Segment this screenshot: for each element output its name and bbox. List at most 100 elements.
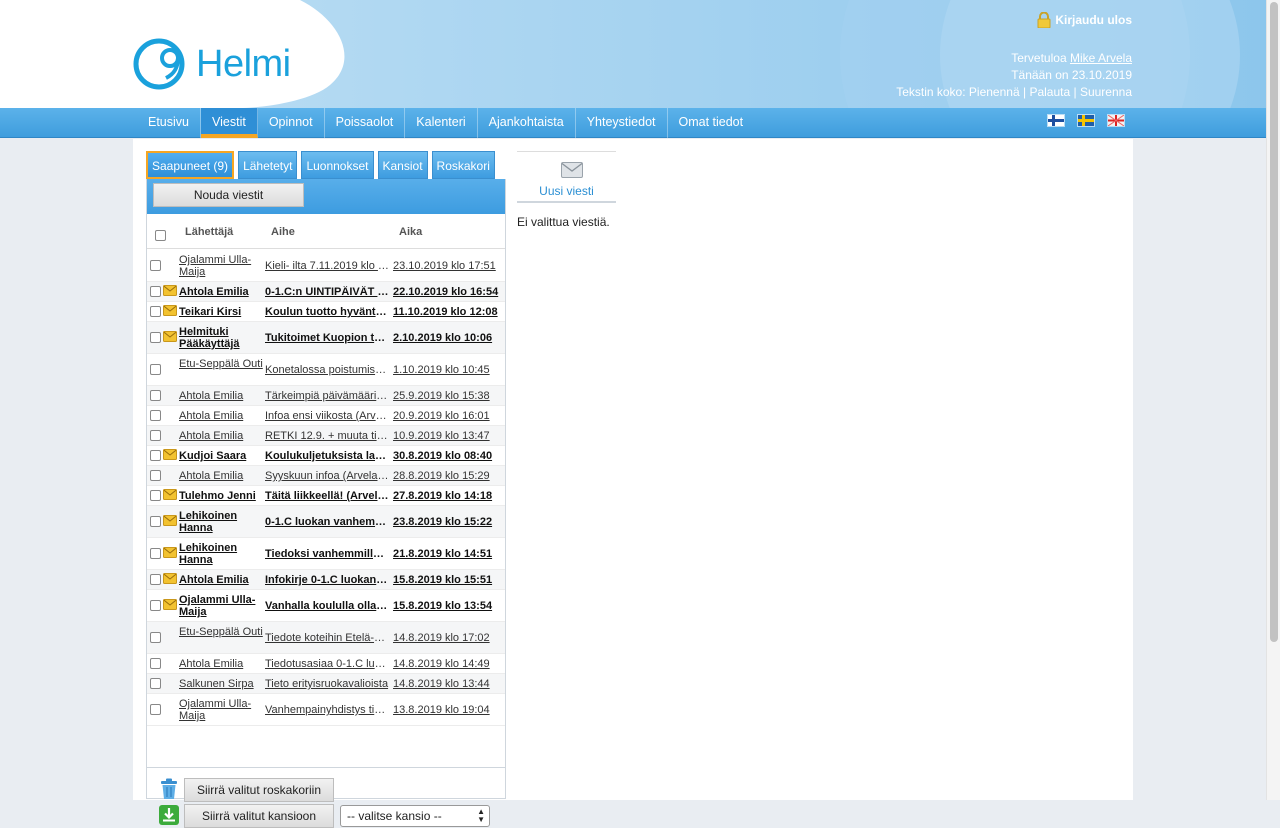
message-subject[interactable]: Infokirje 0-1.C luokan vanhemmille [265,574,389,586]
message-row[interactable]: Helmituki Pääkäyttäjä Tukitoimet Kuopion … [147,322,505,354]
folder-select[interactable]: -- valitse kansio -- ▲ ▼ [340,805,490,827]
scrollbar-thumb[interactable] [1270,2,1278,642]
message-subject[interactable]: Kieli- ilta 7.11.2019 klo 18.00 [265,260,389,272]
message-checkbox[interactable] [150,410,161,421]
message-row[interactable]: Ahtola Emilia0-1.C:n UINTIPÄIVÄT (Arvela… [147,282,505,302]
message-checkbox[interactable] [150,574,161,585]
message-checkbox[interactable] [150,600,161,611]
message-time[interactable]: 13.8.2019 klo 19:04 [393,704,505,716]
message-subject[interactable]: RETKI 12.9. + muuta tiedotettavaa [265,430,389,442]
message-row[interactable]: Ahtola EmiliaInfokirje 0-1.C luokan vanh… [147,570,505,590]
message-subject[interactable]: Täitä liikkeellä! (Arvela Aapo) [265,490,389,502]
finnish-flag-icon[interactable] [1048,115,1064,126]
message-sender[interactable]: Ahtola Emilia [179,430,263,442]
message-subject[interactable]: Vanhempainyhdistys tiedottaa [265,704,389,716]
logout-link[interactable]: Kirjaudu ulos [1037,12,1132,28]
message-time[interactable]: 23.8.2019 klo 15:22 [393,516,505,528]
message-sender[interactable]: Ahtola Emilia [179,574,263,586]
message-row[interactable]: Tulehmo JenniTäitä liikkeellä! (Arvela A… [147,486,505,506]
message-sender[interactable]: Kudjoi Saara [179,450,263,462]
message-row[interactable]: Etu-Seppälä Outi Tiedote koteihin Etelä-K… [147,622,505,654]
message-checkbox[interactable] [150,260,161,271]
message-subject[interactable]: Tärkeimpiä päivämääriä syksylle [265,390,389,402]
message-sender[interactable]: Ahtola Emilia [179,286,263,298]
message-sender[interactable]: Helmituki Pääkäyttäjä [179,326,263,350]
message-row[interactable]: Kudjoi SaaraKoulukuljetuksista lapsellen… [147,446,505,466]
message-row[interactable]: Ahtola Emilia Infoa ensi viikosta (Arvela… [147,406,505,426]
message-checkbox[interactable] [150,704,161,715]
message-subject[interactable]: Koulun tuotto hyväntekeväisyyteen [265,306,389,318]
message-sender[interactable]: Ahtola Emilia [179,410,263,422]
tab-folders[interactable]: Kansiot [377,151,428,179]
message-sender[interactable]: Ojalammi Ulla-Maija [179,594,263,618]
message-time[interactable]: 15.8.2019 klo 15:51 [393,574,505,586]
message-row[interactable]: Ahtola EmiliaSyyskuun infoa (Arvela Aapo… [147,466,505,486]
message-row[interactable]: Teikari KirsiKoulun tuotto hyväntekeväis… [147,302,505,322]
column-time[interactable]: Aika [399,226,422,238]
message-sender[interactable]: Etu-Seppälä Outi [179,626,263,638]
message-checkbox[interactable] [150,390,161,401]
nav-item-viestit[interactable]: Viestit [201,108,258,138]
message-subject[interactable]: Vanhalla koululla ollaan [265,600,389,612]
message-row[interactable]: Lehikoinen Hanna0-1.C luokan vanhempaini… [147,506,505,538]
message-row[interactable]: Ojalammi Ulla-Maija Vanhalla koululla oll… [147,590,505,622]
message-sender[interactable]: Teikari Kirsi [179,306,263,318]
message-time[interactable]: 25.9.2019 klo 15:38 [393,390,505,402]
message-checkbox[interactable] [150,548,161,559]
message-sender[interactable]: Lehikoinen Hanna [179,510,263,534]
move-to-trash-button[interactable]: Siirrä valitut roskakoriin [184,778,334,802]
message-time[interactable]: 14.8.2019 klo 14:49 [393,658,505,670]
message-checkbox[interactable] [150,332,161,343]
message-row[interactable]: Ahtola EmiliaTiedotusasiaa 0-1.C luokall… [147,654,505,674]
message-subject[interactable]: Tiedotusasiaa 0-1.C luokalle [265,658,389,670]
message-row[interactable]: Ahtola EmiliaRETKI 12.9. + muuta tiedote… [147,426,505,446]
message-time[interactable]: 14.8.2019 klo 13:44 [393,678,505,690]
message-time[interactable]: 2.10.2019 klo 10:06 [393,332,505,344]
new-message-button[interactable]: Uusi viesti [517,151,616,203]
message-subject[interactable]: Konetalossa poistumisharjoitus [265,364,389,376]
english-flag-icon[interactable] [1108,115,1124,126]
message-row[interactable]: Ojalammi Ulla-Maija Vanhempainyhdistys ti… [147,694,505,726]
message-time[interactable]: 23.10.2019 klo 17:51 [393,260,505,272]
text-size-decrease[interactable]: Pienennä [969,85,1020,99]
message-subject[interactable]: Syyskuun infoa (Arvela Aapo) [265,470,389,482]
message-subject[interactable]: Infoa ensi viikosta (Arvela Aapo) [265,410,389,422]
message-checkbox[interactable] [150,450,161,461]
message-time[interactable]: 1.10.2019 klo 10:45 [393,364,505,376]
user-name-link[interactable]: Mike Arvela [1070,51,1132,65]
message-checkbox[interactable] [150,430,161,441]
text-size-increase[interactable]: Suurenna [1080,85,1132,99]
message-subject[interactable]: Tiedote koteihin Etelä-Kuopiosta [265,632,389,644]
message-subject[interactable]: 0-1.C luokan vanhempainilta [265,516,389,528]
tab-sent[interactable]: Lähetetyt [238,151,298,179]
helmi-logo[interactable]: Helmi [132,36,291,92]
message-subject[interactable]: Tieto erityisruokavalioista [265,678,389,690]
message-time[interactable]: 15.8.2019 klo 13:54 [393,600,505,612]
column-sender[interactable]: Lähettäjä [185,226,233,238]
message-subject[interactable]: Tiedoksi vanhemmille syksystä [265,548,389,560]
nav-item-ajankohtaista[interactable]: Ajankohtaista [478,108,576,138]
text-size-reset[interactable]: Palauta [1029,85,1070,99]
message-checkbox[interactable] [150,286,161,297]
message-row[interactable]: Etu-Seppälä OutiKonetalossa poistumishar… [147,354,505,386]
nav-item-etusivu[interactable]: Etusivu [137,108,201,138]
tab-inbox[interactable]: Saapuneet (9) [146,151,235,179]
message-time[interactable]: 28.8.2019 klo 15:29 [393,470,505,482]
message-sender[interactable]: Ojalammi Ulla-Maija [179,254,263,278]
nav-item-poissaolot[interactable]: Poissaolot [325,108,406,138]
message-sender[interactable]: Ojalammi Ulla-Maija [179,698,263,722]
message-sender[interactable]: Ahtola Emilia [179,658,263,670]
message-checkbox[interactable] [150,678,161,689]
message-sender[interactable]: Ahtola Emilia [179,470,263,482]
message-time[interactable]: 11.10.2019 klo 12:08 [393,306,505,318]
tab-drafts[interactable]: Luonnokset [301,151,374,179]
nav-item-kalenteri[interactable]: Kalenteri [405,108,478,138]
swedish-flag-icon[interactable] [1078,115,1094,126]
message-time[interactable]: 10.9.2019 klo 13:47 [393,430,505,442]
select-all-checkbox[interactable] [155,230,166,241]
message-time[interactable]: 22.10.2019 klo 16:54 [393,286,505,298]
message-checkbox[interactable] [150,364,161,375]
message-subject[interactable]: 0-1.C:n UINTIPÄIVÄT (Arvela Aapo) [265,286,389,298]
message-sender[interactable]: Lehikoinen Hanna [179,542,263,566]
message-sender[interactable]: Ahtola Emilia [179,390,263,402]
